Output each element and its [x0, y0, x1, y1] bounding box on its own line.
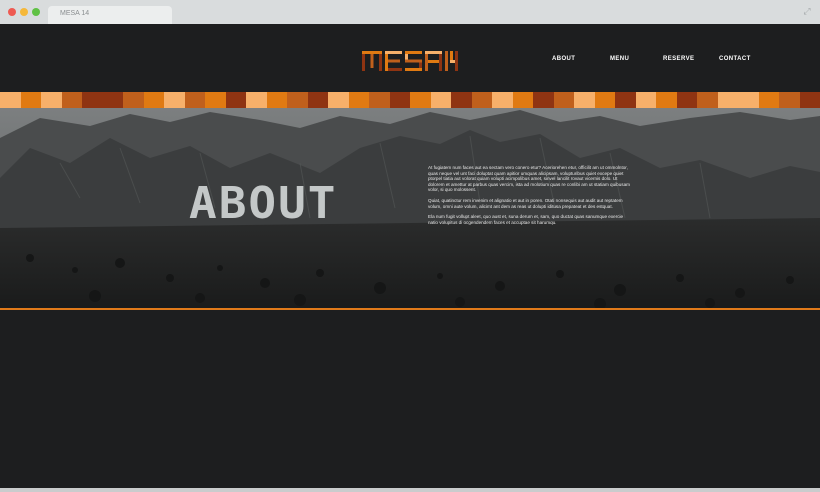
stripe-block	[594, 92, 615, 108]
stripe-block	[389, 92, 410, 108]
about-body-text: At fugiatem num faces aut ea sectam vero…	[428, 165, 634, 230]
stripe-block	[348, 92, 369, 108]
nav-menu[interactable]: MENU	[610, 56, 629, 62]
stripe-block	[553, 92, 574, 108]
stripe-block	[0, 92, 21, 108]
mesa-14-logo[interactable]	[362, 51, 458, 71]
stripe-block	[451, 92, 472, 108]
stripe-block	[656, 92, 677, 108]
stripe-block	[676, 92, 697, 108]
stripe-block	[123, 92, 144, 108]
stripe-block	[430, 92, 451, 108]
page-viewport: ABOUT MENU RESERVE CONTACT ABOUT At fugi…	[0, 24, 820, 488]
stripe-block	[799, 92, 820, 108]
stripe-block	[225, 92, 246, 108]
about-heading: ABOUT	[189, 177, 338, 229]
nav-contact[interactable]: CONTACT	[719, 56, 751, 62]
stripe-block	[246, 92, 267, 108]
site-header: ABOUT MENU RESERVE CONTACT	[0, 24, 820, 92]
hero-landscape-image	[0, 108, 820, 308]
stripe-block	[328, 92, 349, 108]
stripe-block	[738, 92, 759, 108]
about-paragraph-2: Quiat, quatinctur rem invenim et alignat…	[428, 197, 623, 209]
stripe-block	[184, 92, 205, 108]
stripe-block	[492, 92, 513, 108]
tab-title: MESA 14	[60, 10, 90, 17]
expand-icon[interactable]: ⤢	[802, 6, 812, 16]
close-window-button[interactable]	[8, 8, 16, 16]
stripe-block	[205, 92, 226, 108]
about-paragraph-3: Ela num fugit vollupt aleet, quo aust et…	[428, 214, 624, 225]
stripe-block	[164, 92, 185, 108]
color-stripe-banner	[0, 92, 820, 108]
stripe-block	[410, 92, 431, 108]
stripe-block	[143, 92, 164, 108]
stripe-block	[266, 92, 287, 108]
stripe-block	[574, 92, 595, 108]
stripe-block	[697, 92, 718, 108]
hero-accent-line	[0, 308, 820, 310]
stripe-block	[635, 92, 656, 108]
stripe-block	[471, 92, 492, 108]
minimize-window-button[interactable]	[20, 8, 28, 16]
nav-about[interactable]: ABOUT	[552, 56, 575, 62]
stripe-block	[41, 92, 62, 108]
stripe-block	[717, 92, 738, 108]
stripe-block	[307, 92, 328, 108]
stripe-block	[758, 92, 779, 108]
stripe-block	[779, 92, 800, 108]
nav-reserve[interactable]: RESERVE	[663, 56, 694, 62]
browser-tab[interactable]: MESA 14	[48, 6, 172, 24]
about-paragraph-1: At fugiatem num faces aut ea sectam vero…	[428, 165, 630, 193]
stripe-block	[369, 92, 390, 108]
stripe-block	[533, 92, 554, 108]
stripe-block	[512, 92, 533, 108]
stripe-block	[20, 92, 41, 108]
maximize-window-button[interactable]	[32, 8, 40, 16]
browser-chrome: MESA 14 ⤢	[0, 0, 820, 24]
stripe-block	[287, 92, 308, 108]
stripe-block	[102, 92, 123, 108]
stripe-block	[615, 92, 636, 108]
stripe-block	[82, 92, 103, 108]
stripe-block	[61, 92, 82, 108]
window-bottom-edge	[0, 488, 820, 492]
